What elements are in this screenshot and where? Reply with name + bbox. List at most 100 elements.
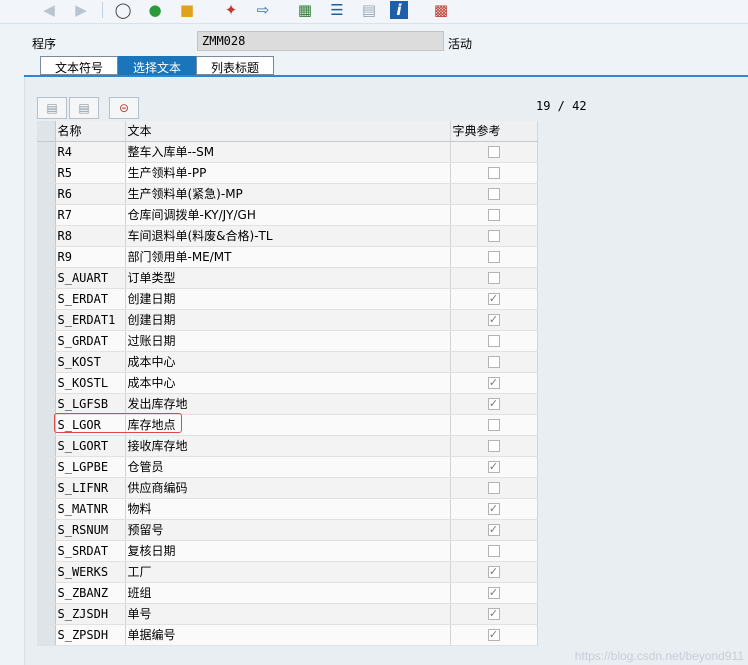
row-text[interactable]: 工厂: [125, 561, 451, 583]
row-text[interactable]: 物料: [125, 498, 451, 520]
row-text[interactable]: 复核日期: [125, 540, 451, 562]
dict-ref-checkbox[interactable]: ✓: [487, 524, 500, 536]
settings-icon[interactable]: ▩: [430, 0, 452, 20]
dict-ref-checkbox[interactable]: ✓: [487, 503, 500, 515]
table-row[interactable]: R8 车间退料单(料废&合格)-TL: [37, 225, 538, 247]
dict-ref-checkbox[interactable]: [487, 419, 500, 431]
column-header-text[interactable]: 文本: [125, 121, 451, 142]
dict-ref-checkbox[interactable]: [487, 230, 500, 242]
activate-icon[interactable]: ■: [176, 0, 198, 20]
row-selector[interactable]: [37, 225, 56, 247]
table-row[interactable]: S_ZPSDH 单据编号 ✓: [37, 624, 538, 646]
navigation-icon[interactable]: ⇨: [252, 0, 274, 20]
select-all-cell[interactable]: [37, 121, 56, 142]
row-text[interactable]: 仓管员: [125, 456, 451, 478]
row-selector[interactable]: [37, 351, 56, 373]
row-selector[interactable]: [37, 519, 56, 541]
table-row[interactable]: S_ERDAT1 创建日期 ✓: [37, 309, 538, 331]
tab-list-headings[interactable]: 列表标题: [196, 56, 275, 75]
table-row[interactable]: S_LGPBE 仓管员 ✓: [37, 456, 538, 478]
row-selector[interactable]: [37, 435, 56, 457]
dict-ref-checkbox[interactable]: ✓: [487, 629, 500, 641]
row-text[interactable]: 成本中心: [125, 351, 451, 373]
stack-icon[interactable]: ☰: [326, 0, 348, 20]
tab-text-symbols[interactable]: 文本符号: [40, 56, 119, 75]
row-text[interactable]: 班组: [125, 582, 451, 604]
table-row[interactable]: S_WERKS 工厂 ✓: [37, 561, 538, 583]
row-text[interactable]: 单号: [125, 603, 451, 625]
column-header-name[interactable]: 名称: [55, 121, 126, 142]
dict-ref-checkbox[interactable]: ✓: [487, 566, 500, 578]
table-row[interactable]: S_AUART 订单类型: [37, 267, 538, 289]
row-text[interactable]: 创建日期: [125, 288, 451, 310]
info-icon[interactable]: i: [390, 1, 408, 19]
row-text[interactable]: 成本中心: [125, 372, 451, 394]
dict-ref-checkbox[interactable]: ✓: [487, 377, 500, 389]
row-selector[interactable]: [37, 393, 56, 415]
magic-wand-icon[interactable]: ✦: [220, 0, 242, 20]
dict-ref-checkbox[interactable]: ✓: [487, 587, 500, 599]
table-row[interactable]: S_GRDAT 过账日期: [37, 330, 538, 352]
row-text[interactable]: 发出库存地: [125, 393, 451, 415]
table-row[interactable]: S_MATNR 物料 ✓: [37, 498, 538, 520]
hierarchy-icon[interactable]: ▦: [294, 0, 316, 20]
row-selector[interactable]: [37, 477, 56, 499]
row-text[interactable]: 仓库间调拨单-KY/JY/GH: [125, 204, 451, 226]
dict-ref-checkbox[interactable]: [487, 188, 500, 200]
table-row[interactable]: S_SRDAT 复核日期: [37, 540, 538, 562]
row-selector[interactable]: [37, 603, 56, 625]
dict-ref-checkbox[interactable]: [487, 251, 500, 263]
table-row[interactable]: R4 整车入库单--SM: [37, 141, 538, 163]
dict-ref-checkbox[interactable]: [487, 167, 500, 179]
delete-row-button[interactable]: ⊝: [109, 97, 139, 119]
row-text[interactable]: 单据编号: [125, 624, 451, 646]
row-selector[interactable]: [37, 267, 56, 289]
row-selector[interactable]: [37, 204, 56, 226]
dict-ref-checkbox[interactable]: [487, 482, 500, 494]
dict-ref-checkbox[interactable]: ✓: [487, 314, 500, 326]
row-text[interactable]: 订单类型: [125, 267, 451, 289]
row-text[interactable]: 生产领料单(紧急)-MP: [125, 183, 451, 205]
row-text[interactable]: 接收库存地: [125, 435, 451, 457]
table-row[interactable]: S_KOST 成本中心: [37, 351, 538, 373]
row-selector[interactable]: [37, 330, 56, 352]
row-text[interactable]: 生产领料单-PP: [125, 162, 451, 184]
row-selector[interactable]: [37, 456, 56, 478]
row-selector[interactable]: [37, 309, 56, 331]
row-selector[interactable]: [37, 582, 56, 604]
table-row[interactable]: S_RSNUM 预留号 ✓: [37, 519, 538, 541]
forward-arrow-icon[interactable]: ▶: [70, 0, 92, 20]
table-row[interactable]: S_LGFSB 发出库存地 ✓: [37, 393, 538, 415]
objects-icon[interactable]: ●: [144, 0, 166, 20]
dict-ref-checkbox[interactable]: [487, 146, 500, 158]
row-selector[interactable]: [37, 540, 56, 562]
dict-ref-checkbox[interactable]: [487, 356, 500, 368]
row-selector[interactable]: [37, 246, 56, 268]
table-row[interactable]: R6 生产领料单(紧急)-MP: [37, 183, 538, 205]
tab-selection-texts[interactable]: 选择文本: [118, 56, 197, 75]
paste-row-button[interactable]: ▤: [69, 97, 99, 119]
row-selector[interactable]: [37, 372, 56, 394]
row-selector[interactable]: [37, 498, 56, 520]
table-row[interactable]: S_ZBANZ 班组 ✓: [37, 582, 538, 604]
dict-ref-checkbox[interactable]: [487, 272, 500, 284]
glasses-icon[interactable]: ◯: [112, 0, 134, 20]
table-row[interactable]: R5 生产领料单-PP: [37, 162, 538, 184]
table-row[interactable]: S_KOSTL 成本中心 ✓: [37, 372, 538, 394]
column-header-dict-ref[interactable]: 字典参考: [450, 121, 538, 142]
dict-ref-checkbox[interactable]: [487, 440, 500, 452]
row-text[interactable]: 供应商编码: [125, 477, 451, 499]
row-text[interactable]: 整车入库单--SM: [125, 141, 451, 163]
dict-ref-checkbox[interactable]: ✓: [487, 398, 500, 410]
row-selector[interactable]: [37, 141, 56, 163]
row-selector[interactable]: [37, 162, 56, 184]
row-text[interactable]: 创建日期: [125, 309, 451, 331]
back-arrow-icon[interactable]: ◀: [38, 0, 60, 20]
row-text[interactable]: 预留号: [125, 519, 451, 541]
row-text[interactable]: 部门领用单-ME/MT: [125, 246, 451, 268]
document-icon[interactable]: ▤: [358, 0, 380, 20]
dict-ref-checkbox[interactable]: ✓: [487, 293, 500, 305]
table-row[interactable]: S_LGORT 接收库存地: [37, 435, 538, 457]
dict-ref-checkbox[interactable]: [487, 209, 500, 221]
dict-ref-checkbox[interactable]: [487, 545, 500, 557]
